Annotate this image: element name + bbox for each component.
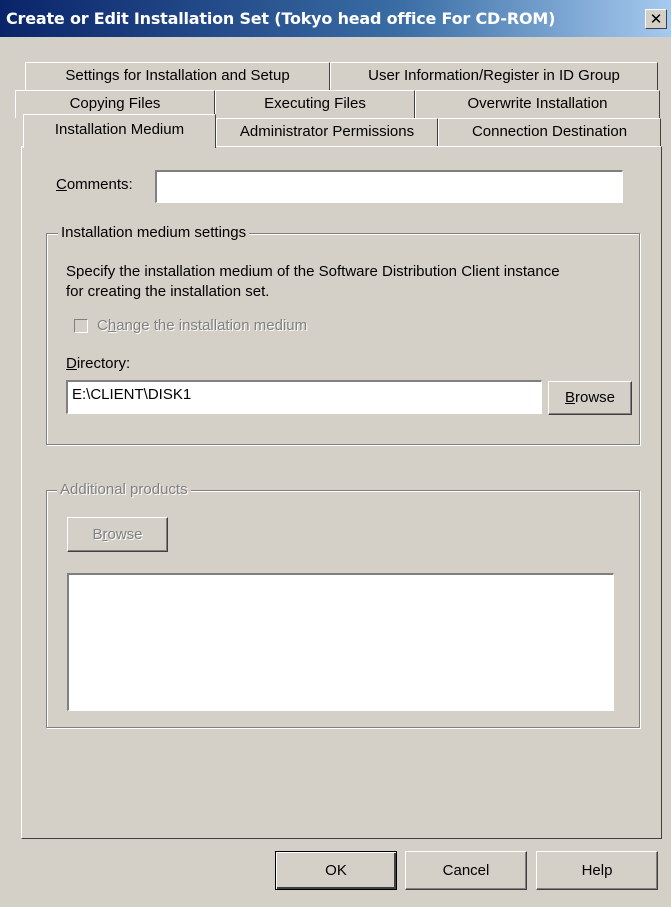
- tab-overwrite-installation[interactable]: Overwrite Installation: [415, 90, 660, 118]
- comments-input[interactable]: [155, 170, 623, 203]
- title-bar: Create or Edit Installation Set (Tokyo h…: [0, 0, 671, 37]
- ok-button[interactable]: OK: [275, 851, 397, 890]
- tab-label: Executing Files: [264, 95, 366, 112]
- medium-description-line2: for creating the installation set.: [66, 283, 270, 300]
- window-title: Create or Edit Installation Set (Tokyo h…: [6, 9, 556, 28]
- help-button[interactable]: Help: [536, 851, 658, 890]
- directory-input[interactable]: E:\CLIENT\DISK1: [66, 380, 542, 414]
- medium-description-line1: Specify the installation medium of the S…: [66, 263, 560, 280]
- tab-user-information-register[interactable]: User Information/Register in ID Group: [330, 62, 658, 90]
- tab-settings-installation-setup[interactable]: Settings for Installation and Setup: [25, 62, 330, 90]
- additional-products-browse-button[interactable]: Browse: [67, 517, 168, 552]
- change-medium-label: Change the installation medium: [97, 317, 308, 334]
- tab-connection-destination[interactable]: Connection Destination: [438, 118, 661, 146]
- close-icon[interactable]: ✕: [645, 9, 667, 29]
- change-medium-checkbox[interactable]: [74, 319, 88, 333]
- tab-label: Copying Files: [69, 95, 161, 112]
- additional-products-list[interactable]: [67, 573, 614, 711]
- tab-installation-medium[interactable]: Installation Medium: [23, 114, 216, 148]
- additional-products-group-title: Additional products: [57, 481, 191, 498]
- tab-label: User Information/Register in ID Group: [368, 67, 620, 84]
- tab-label: Overwrite Installation: [467, 95, 608, 112]
- installation-medium-group-title: Installation medium settings: [58, 224, 250, 241]
- comments-label: Comments:: [56, 176, 133, 193]
- cancel-button[interactable]: Cancel: [405, 851, 527, 890]
- tab-label: Settings for Installation and Setup: [65, 67, 290, 84]
- tab-label: Connection Destination: [471, 123, 628, 140]
- tab-executing-files[interactable]: Executing Files: [215, 90, 415, 118]
- tab-administrator-permissions[interactable]: Administrator Permissions: [216, 118, 438, 146]
- tab-label: Installation Medium: [54, 121, 185, 138]
- directory-browse-button[interactable]: Browse: [548, 381, 632, 415]
- tab-label: Administrator Permissions: [239, 123, 415, 140]
- directory-label: Directory:: [66, 355, 131, 372]
